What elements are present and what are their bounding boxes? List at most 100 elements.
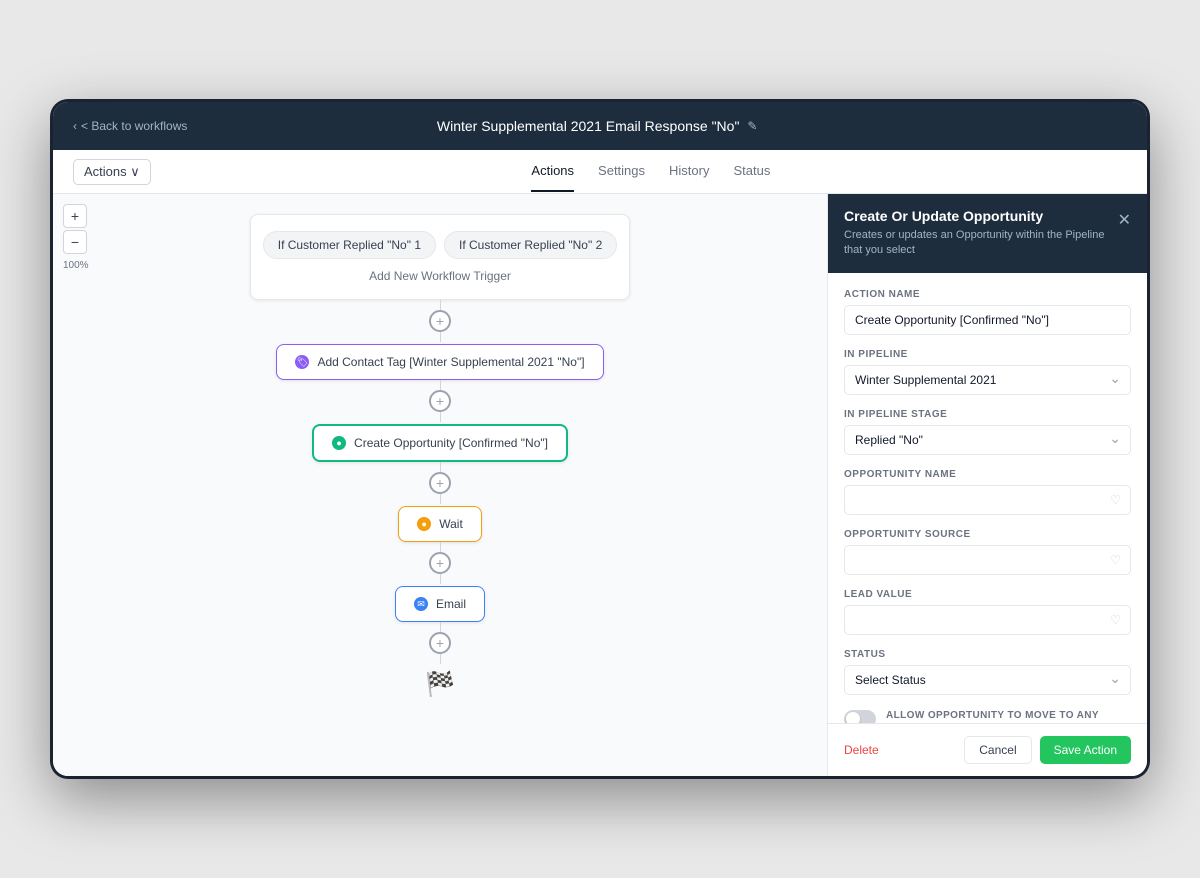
- trigger-pill-2[interactable]: If Customer Replied "No" 2: [444, 231, 617, 259]
- tag-node-label: Add Contact Tag [Winter Supplemental 202…: [317, 355, 584, 369]
- status-select-wrapper: Select Status: [844, 665, 1131, 695]
- opportunity-name-label: OPPORTUNITY NAME: [844, 469, 1131, 480]
- edit-title-icon[interactable]: ✎: [747, 119, 757, 133]
- tag-node[interactable]: 🏷 Add Contact Tag [Winter Supplemental 2…: [276, 344, 603, 380]
- opportunity-name-icon: ♡: [1110, 493, 1121, 507]
- email-node-icon: ✉: [414, 597, 428, 611]
- in-pipeline-select-wrapper: Winter Supplemental 2021: [844, 365, 1131, 395]
- back-label: < Back to workflows: [81, 119, 187, 133]
- in-pipeline-label: IN PIPELINE: [844, 349, 1131, 360]
- lead-value-input[interactable]: [844, 605, 1131, 635]
- wait-node-icon: ●: [417, 517, 431, 531]
- connector-2: +: [429, 380, 451, 424]
- tab-settings[interactable]: Settings: [598, 151, 645, 192]
- panel-subtitle: Creates or updates an Opportunity within…: [844, 228, 1118, 259]
- back-to-workflows-link[interactable]: ‹ < Back to workflows: [73, 119, 187, 133]
- wait-node[interactable]: ● Wait: [398, 506, 482, 542]
- lead-value-field-group: LEAD VALUE ♡: [844, 589, 1131, 635]
- add-node-button-4[interactable]: +: [429, 552, 451, 574]
- connector-line-bottom-2: [440, 412, 441, 422]
- workflow-canvas: If Customer Replied "No" 1 If Customer R…: [53, 194, 827, 776]
- panel-body: ACTION NAME IN PIPELINE Winter Supplemen…: [828, 273, 1147, 723]
- panel-header: Create Or Update Opportunity Creates or …: [828, 194, 1147, 273]
- toggle-previous-stage-row: ALLOW OPPORTUNITY TO MOVE TO ANY PREVIOU…: [844, 709, 1131, 723]
- status-label: STATUS: [844, 649, 1131, 660]
- panel-footer: Delete Cancel Save Action: [828, 723, 1147, 776]
- main-content: + − 100% If Customer Replied "No" 1 If C…: [53, 194, 1147, 776]
- opportunity-source-input[interactable]: [844, 545, 1131, 575]
- lead-value-icon: ♡: [1110, 613, 1121, 627]
- toggle-previous-stage[interactable]: [844, 710, 876, 723]
- action-name-input[interactable]: [844, 305, 1131, 335]
- opportunity-name-field-group: OPPORTUNITY NAME ♡: [844, 469, 1131, 515]
- opportunity-name-input-wrapper: ♡: [844, 485, 1131, 515]
- toggle-previous-stage-label: ALLOW OPPORTUNITY TO MOVE TO ANY PREVIOU…: [886, 709, 1131, 723]
- connector-line-top-3: [440, 462, 441, 472]
- connector-line-top-2: [440, 380, 441, 390]
- in-pipeline-select[interactable]: Winter Supplemental 2021: [844, 365, 1131, 395]
- in-pipeline-field-group: IN PIPELINE Winter Supplemental 2021: [844, 349, 1131, 395]
- action-name-label: ACTION NAME: [844, 289, 1131, 300]
- tag-node-icon: 🏷: [295, 355, 309, 369]
- back-arrow-icon: ‹: [73, 119, 77, 133]
- email-node-label: Email: [436, 597, 466, 611]
- actions-dropdown[interactable]: Actions ∨: [73, 159, 151, 185]
- opportunity-node-label: Create Opportunity [Confirmed "No"]: [354, 436, 548, 450]
- status-select[interactable]: Select Status: [844, 665, 1131, 695]
- zoom-level-label: 100%: [63, 260, 89, 271]
- lead-value-input-wrapper: ♡: [844, 605, 1131, 635]
- trigger-pill-1[interactable]: If Customer Replied "No" 1: [263, 231, 436, 259]
- tab-history[interactable]: History: [669, 151, 709, 192]
- connector-line-bottom-4: [440, 574, 441, 584]
- opportunity-source-input-wrapper: ♡: [844, 545, 1131, 575]
- zoom-in-button[interactable]: +: [63, 204, 87, 228]
- opportunity-source-icon: ♡: [1110, 553, 1121, 567]
- connector-line-bottom-5: [440, 654, 441, 664]
- opportunity-source-field-group: OPPORTUNITY SOURCE ♡: [844, 529, 1131, 575]
- add-node-button-5[interactable]: +: [429, 632, 451, 654]
- workflow-name: Winter Supplemental 2021 Email Response …: [437, 118, 740, 134]
- opportunity-node[interactable]: ● Create Opportunity [Confirmed "No"]: [312, 424, 568, 462]
- opportunity-node-icon: ●: [332, 436, 346, 450]
- zoom-controls: + − 100%: [63, 204, 89, 271]
- connector-line-top-5: [440, 622, 441, 632]
- zoom-out-button[interactable]: −: [63, 230, 87, 254]
- wait-node-label: Wait: [439, 517, 463, 531]
- workflow-title: Winter Supplemental 2021 Email Response …: [437, 118, 758, 134]
- connector-3: +: [429, 462, 451, 506]
- pipeline-stage-select-wrapper: Replied "No": [844, 425, 1131, 455]
- add-node-button-3[interactable]: +: [429, 472, 451, 494]
- connector-line-bottom: [440, 332, 441, 342]
- panel-header-content: Create Or Update Opportunity Creates or …: [844, 208, 1118, 259]
- connector-line-bottom-3: [440, 494, 441, 504]
- tabs-center: Actions Settings History Status: [175, 151, 1127, 192]
- pipeline-stage-select[interactable]: Replied "No": [844, 425, 1131, 455]
- top-bar: ‹ < Back to workflows Winter Supplementa…: [53, 102, 1147, 150]
- trigger-box: If Customer Replied "No" 1 If Customer R…: [250, 214, 630, 300]
- cancel-button[interactable]: Cancel: [964, 736, 1031, 764]
- actions-dropdown-label: Actions ∨: [84, 164, 140, 180]
- pipeline-stage-field-group: IN PIPELINE STAGE Replied "No": [844, 409, 1131, 455]
- add-trigger-button[interactable]: Add New Workflow Trigger: [271, 269, 609, 283]
- panel-title: Create Or Update Opportunity: [844, 208, 1118, 224]
- panel-close-button[interactable]: ✕: [1118, 210, 1131, 230]
- right-panel: Create Or Update Opportunity Creates or …: [827, 194, 1147, 776]
- footer-buttons: Cancel Save Action: [964, 736, 1131, 764]
- connector-line-top: [440, 300, 441, 310]
- connector-line-top-4: [440, 542, 441, 552]
- save-action-button[interactable]: Save Action: [1040, 736, 1131, 764]
- lead-value-label: LEAD VALUE: [844, 589, 1131, 600]
- add-node-button-1[interactable]: +: [429, 310, 451, 332]
- connector-1: +: [429, 300, 451, 344]
- tab-actions[interactable]: Actions: [531, 151, 574, 192]
- delete-button[interactable]: Delete: [844, 743, 879, 757]
- finish-flag: 🏁: [425, 670, 455, 699]
- tab-status[interactable]: Status: [733, 151, 770, 192]
- add-node-button-2[interactable]: +: [429, 390, 451, 412]
- connector-5: +: [429, 622, 451, 666]
- action-name-field-group: ACTION NAME: [844, 289, 1131, 335]
- connector-4: +: [429, 542, 451, 586]
- trigger-row: If Customer Replied "No" 1 If Customer R…: [271, 231, 609, 259]
- email-node[interactable]: ✉ Email: [395, 586, 485, 622]
- opportunity-name-input[interactable]: [844, 485, 1131, 515]
